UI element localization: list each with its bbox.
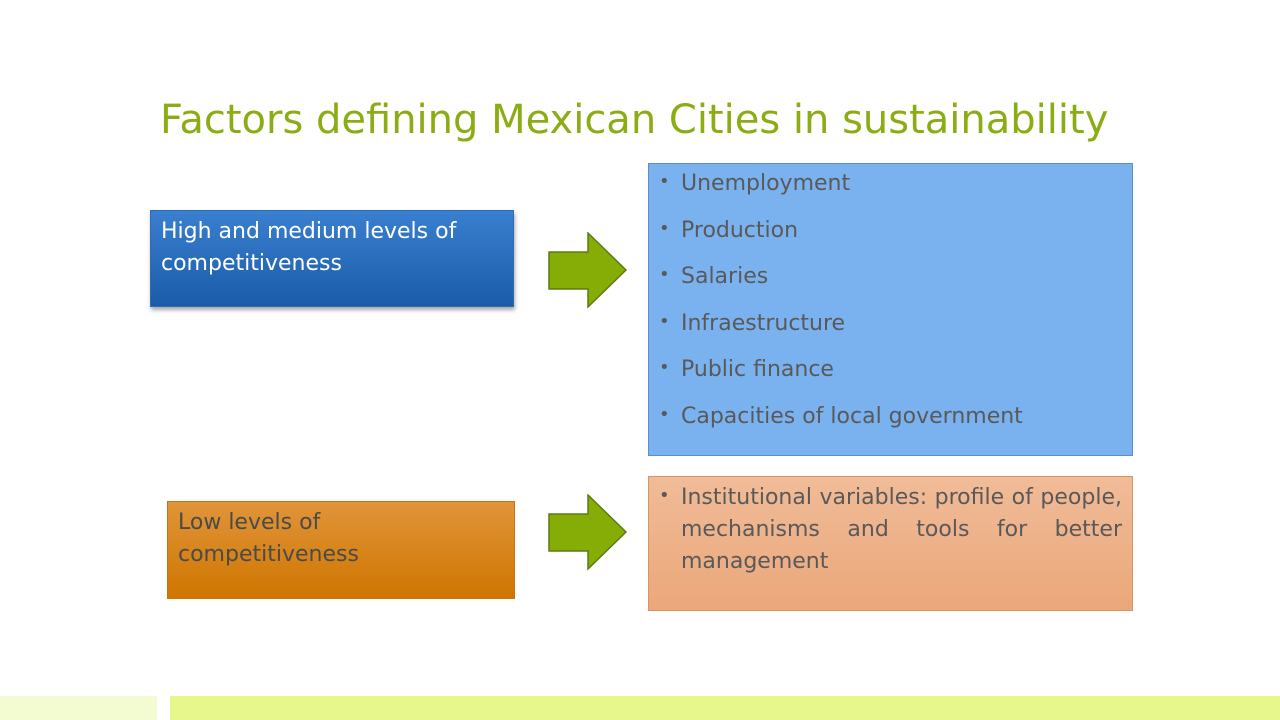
high-competitiveness-label: High and medium levels of competitivenes… bbox=[161, 219, 457, 276]
footer-bar-left bbox=[0, 696, 157, 720]
high-factors-list-box: Unemployment Production Salaries Infraes… bbox=[648, 163, 1133, 456]
right-arrow-icon bbox=[548, 232, 628, 309]
low-factors-list-box: Institutional variables: profile of peop… bbox=[648, 476, 1133, 611]
slide-title: Factors defining Mexican Cities in susta… bbox=[160, 97, 1109, 143]
list-item: Institutional variables: profile of peop… bbox=[659, 480, 1122, 578]
list-item: Capacities of local government bbox=[659, 400, 1122, 449]
low-competitiveness-box: Low levels of competitiveness bbox=[167, 501, 515, 599]
list-item: Infraestructure bbox=[659, 307, 1122, 356]
right-arrow-icon bbox=[548, 494, 628, 571]
low-competitiveness-label: Low levels of competitiveness bbox=[178, 510, 359, 567]
list-item: Salaries bbox=[659, 260, 1122, 309]
list-item: Production bbox=[659, 214, 1122, 263]
list-item: Public finance bbox=[659, 353, 1122, 402]
footer-bar-right bbox=[170, 696, 1280, 720]
low-factors-list: Institutional variables: profile of peop… bbox=[659, 480, 1122, 578]
high-factors-list: Unemployment Production Salaries Infraes… bbox=[659, 167, 1122, 449]
list-item: Unemployment bbox=[659, 167, 1122, 216]
high-competitiveness-box: High and medium levels of competitivenes… bbox=[150, 210, 514, 307]
